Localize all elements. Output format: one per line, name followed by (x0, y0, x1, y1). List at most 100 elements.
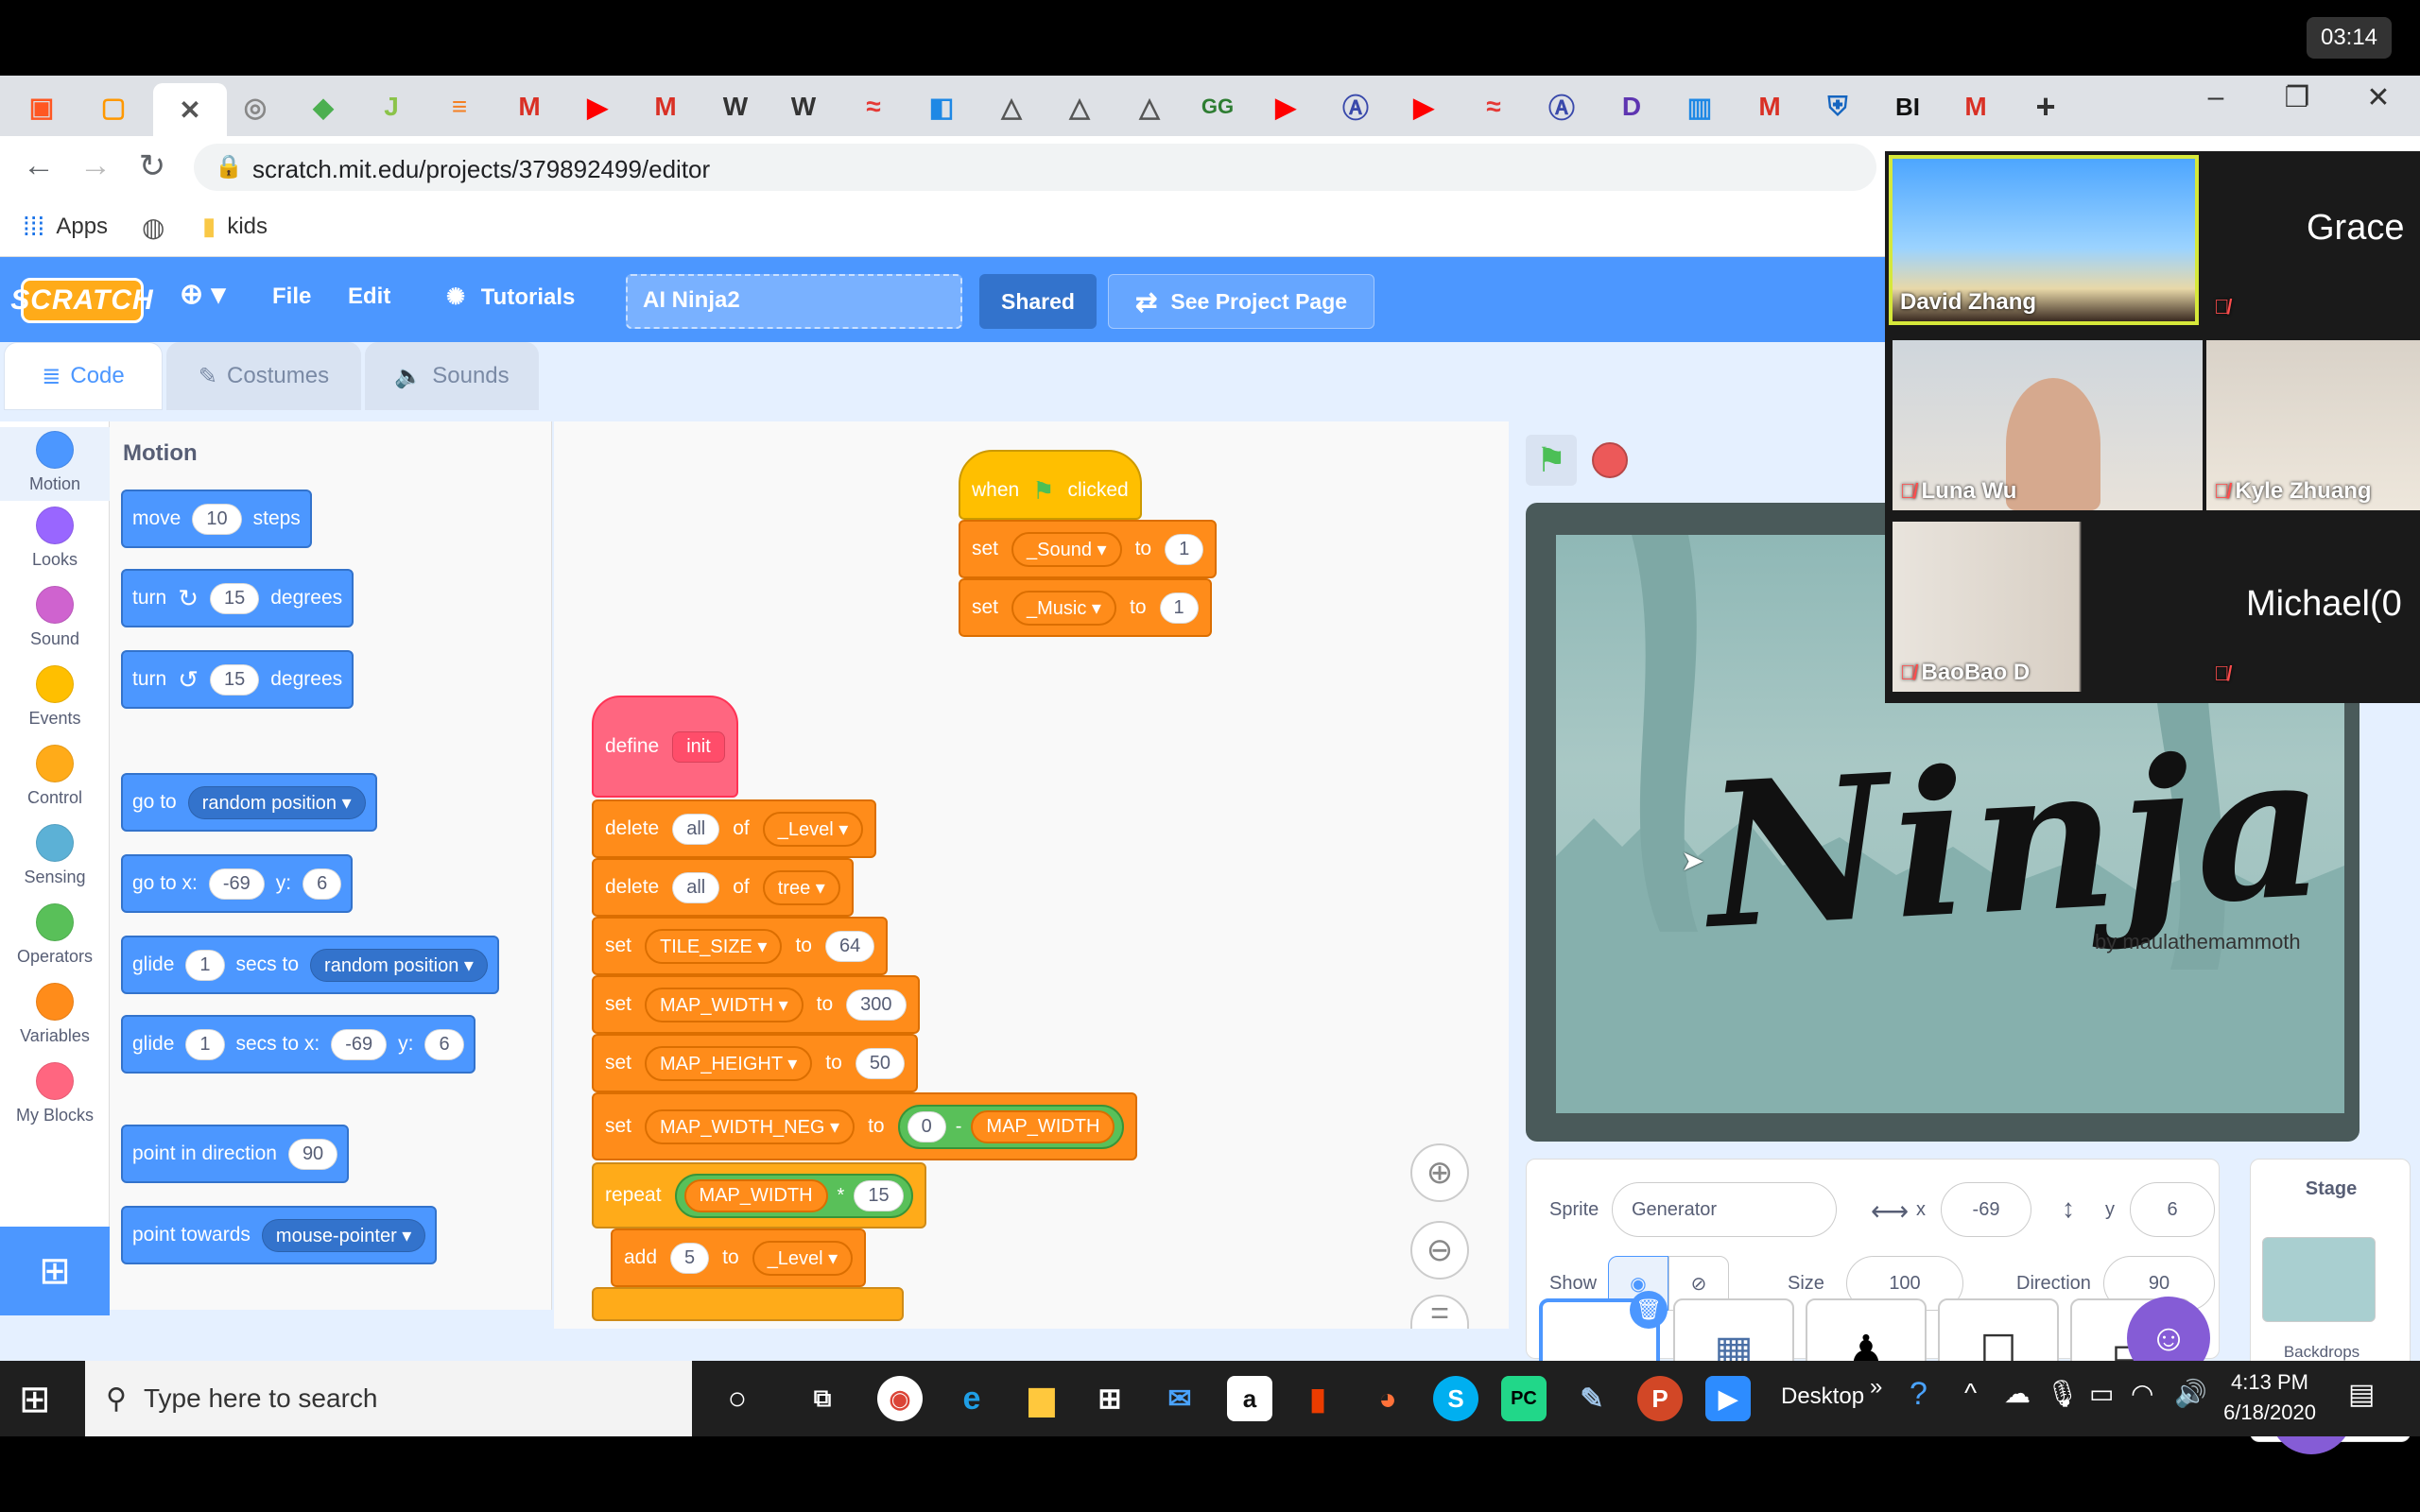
operator-multiply[interactable]: MAP_WIDTH * 15 (674, 1173, 913, 1218)
tab-d-icon[interactable]: D (1603, 85, 1660, 129)
tab-chart-icon[interactable]: ▥ (1671, 85, 1728, 129)
windows-start-icon[interactable]: ⊞ (19, 1378, 51, 1421)
see-project-page-button[interactable]: ⇄ See Project Page (1108, 274, 1374, 329)
tab-leaf-icon[interactable]: ◆ (295, 85, 352, 129)
chevron-up-icon[interactable]: ^ (1964, 1378, 1977, 1408)
file-explorer-icon[interactable]: ▆ (1019, 1376, 1064, 1421)
tab-bi-icon[interactable]: BI (1879, 85, 1936, 129)
bookmark-globe[interactable]: ◍ (142, 212, 164, 243)
sprite-y-input[interactable]: 6 (2130, 1182, 2215, 1237)
desktop-toolbar[interactable]: Desktop (1781, 1383, 1864, 1410)
tab-swoosh-icon[interactable]: ≈ (845, 85, 902, 129)
block-add-to-level[interactable]: add 5 to _Level ▾ (611, 1228, 867, 1287)
block-point-direction[interactable]: point in direction 90 (121, 1125, 350, 1183)
powerpoint-icon[interactable]: P (1637, 1376, 1683, 1421)
category-operators[interactable]: Operators (0, 903, 110, 967)
block-turn-right[interactable]: turn ↻ 15 degrees (121, 569, 354, 627)
video-tile-4[interactable]: 🎙̸ Kyle Zhuang (2206, 340, 2420, 510)
category-motion[interactable]: Motion (0, 427, 110, 501)
category-sensing[interactable]: Sensing (0, 824, 110, 887)
tab-sail-icon[interactable]: △ (983, 85, 1040, 129)
language-globe-icon[interactable]: ⊕ ▾ (180, 278, 226, 311)
block-set-sound[interactable]: set _Sound ▾ to 1 (959, 520, 1218, 578)
notepad-icon[interactable]: ✎ (1569, 1376, 1615, 1421)
tab-a-icon-2[interactable]: Ⓐ (1533, 85, 1590, 129)
tab-a-icon[interactable]: Ⓐ (1327, 85, 1384, 129)
forward-arrow-icon[interactable]: → (72, 147, 119, 184)
tab-sounds[interactable]: 🔈 Sounds (365, 342, 539, 410)
wifi-icon[interactable]: ◠ (2131, 1378, 2153, 1409)
tab-youtube-icon-3[interactable]: ▶ (1395, 85, 1452, 129)
help-icon[interactable]: ? (1910, 1376, 1927, 1413)
zoom-out-button[interactable]: ⊖ (1410, 1221, 1469, 1280)
taskbar-clock[interactable]: 4:13 PM 6/18/2020 (2218, 1370, 2322, 1425)
tab-costumes[interactable]: ✎ Costumes (166, 342, 361, 410)
block-set-map-width-neg[interactable]: set MAP_WIDTH_NEG ▾ to 0 - MAP_WIDTH (592, 1092, 1138, 1160)
video-tile-3[interactable]: 🎙̸ Luna Wu (1893, 340, 2203, 510)
zoom-reset-button[interactable]: = (1410, 1295, 1469, 1329)
onedrive-icon[interactable]: ☁ (2004, 1378, 2031, 1409)
edge-icon[interactable]: e (949, 1376, 994, 1421)
chevron-right-icon[interactable]: » (1870, 1374, 1882, 1400)
notifications-icon[interactable]: ▤ (2348, 1378, 2375, 1411)
firefox-icon[interactable]: ◕ (1365, 1376, 1410, 1421)
tab-app-icon[interactable]: ◧ (913, 85, 970, 129)
chrome-icon[interactable]: ◉ (877, 1376, 923, 1421)
restore-icon[interactable]: ❐ (2269, 81, 2325, 114)
tab-j-icon[interactable]: J (363, 85, 420, 129)
block-go-to-xy[interactable]: go to x: -69 y: 6 (121, 854, 354, 913)
battery-icon[interactable]: ▭ (2089, 1378, 2114, 1409)
tab-gmail-icon-4[interactable]: M (1947, 85, 2004, 129)
category-sound[interactable]: Sound (0, 586, 110, 649)
green-flag-button[interactable]: ⚑ (1526, 435, 1577, 486)
block-delete-tree[interactable]: delete all of tree ▾ (592, 858, 854, 917)
block-point-towards[interactable]: point towards mouse-pointer ▾ (121, 1206, 438, 1264)
cortana-icon[interactable]: ○ (715, 1376, 760, 1421)
block-set-tile-size[interactable]: set TILE_SIZE ▾ to 64 (592, 917, 889, 975)
office-icon[interactable]: ▮ (1295, 1376, 1340, 1421)
category-my-blocks[interactable]: My Blocks (0, 1062, 110, 1125)
code-workspace[interactable]: when ⚑ clicked set _Sound ▾ to 1 set _Mu… (554, 421, 1509, 1329)
address-bar[interactable]: 🔒 scratch.mit.edu/projects/379892499/edi… (194, 144, 1876, 191)
tab-wikipedia-icon[interactable]: W (707, 85, 764, 129)
tab-globe-icon[interactable]: ◎ (227, 85, 284, 129)
block-go-to[interactable]: go to random position ▾ (121, 773, 377, 832)
microphone-icon[interactable]: 🎙 (2046, 1378, 2080, 1409)
video-tile-6[interactable]: Michael(0 🎙̸ (2206, 522, 2420, 692)
tab-code[interactable]: ≣ Code (4, 342, 163, 410)
store-icon[interactable]: ⊞ (1087, 1376, 1132, 1421)
stop-button[interactable] (1592, 442, 1628, 478)
stage-thumbnail[interactable] (2262, 1237, 2376, 1322)
video-tile-1[interactable]: David Zhang (1889, 155, 2199, 325)
sprite-name-input[interactable]: Generator (1612, 1182, 1837, 1237)
bookmark-apps[interactable]: ⁞⁞⁞ Apps (23, 212, 108, 242)
tab-wikipedia-icon-2[interactable]: W (775, 85, 832, 129)
tab-gg-icon[interactable]: GG (1189, 85, 1246, 129)
tab-youtube-icon-2[interactable]: ▶ (1257, 85, 1314, 129)
video-tile-5[interactable]: 🎙̸ BaoBao D (1893, 522, 2203, 692)
scratch-logo[interactable]: SCRATCH (10, 278, 153, 323)
back-arrow-icon[interactable]: ← (15, 147, 62, 184)
block-repeat[interactable]: repeat MAP_WIDTH * 15 (592, 1162, 926, 1228)
operator-subtract[interactable]: 0 - MAP_WIDTH (897, 1104, 1125, 1149)
bookmark-kids[interactable]: ▮ kids (202, 212, 268, 241)
add-extension-button[interactable]: ⊞ (0, 1227, 110, 1315)
volume-icon[interactable]: 🔊 (2174, 1378, 2207, 1409)
pycharm-icon[interactable]: PC (1501, 1376, 1547, 1421)
block-set-map-width[interactable]: set MAP_WIDTH ▾ to 300 (592, 975, 920, 1034)
task-view-icon[interactable]: ⧉ (800, 1376, 845, 1421)
video-tile-2[interactable]: Grace 🎙̸ (2206, 155, 2420, 325)
block-turn-left[interactable]: turn ↺ 15 degrees (121, 650, 354, 709)
block-glide-random[interactable]: glide 1 secs to random position ▾ (121, 936, 499, 994)
block-when-flag-clicked[interactable]: when ⚑ clicked (959, 450, 1142, 520)
tab-stackoverflow-icon[interactable]: ≡ (431, 85, 488, 129)
minimize-icon[interactable]: – (2187, 81, 2244, 113)
amazon-icon[interactable]: a (1227, 1376, 1272, 1421)
block-move-steps[interactable]: move 10 steps (121, 490, 312, 548)
sprite-x-input[interactable]: -69 (1941, 1182, 2031, 1237)
reload-icon[interactable]: ↻ (129, 147, 176, 185)
category-variables[interactable]: Variables (0, 983, 110, 1046)
tab-swoosh-icon-2[interactable]: ≈ (1465, 85, 1522, 129)
close-window-icon[interactable]: ✕ (2350, 81, 2407, 114)
tab-gmail-icon[interactable]: M (501, 85, 558, 129)
